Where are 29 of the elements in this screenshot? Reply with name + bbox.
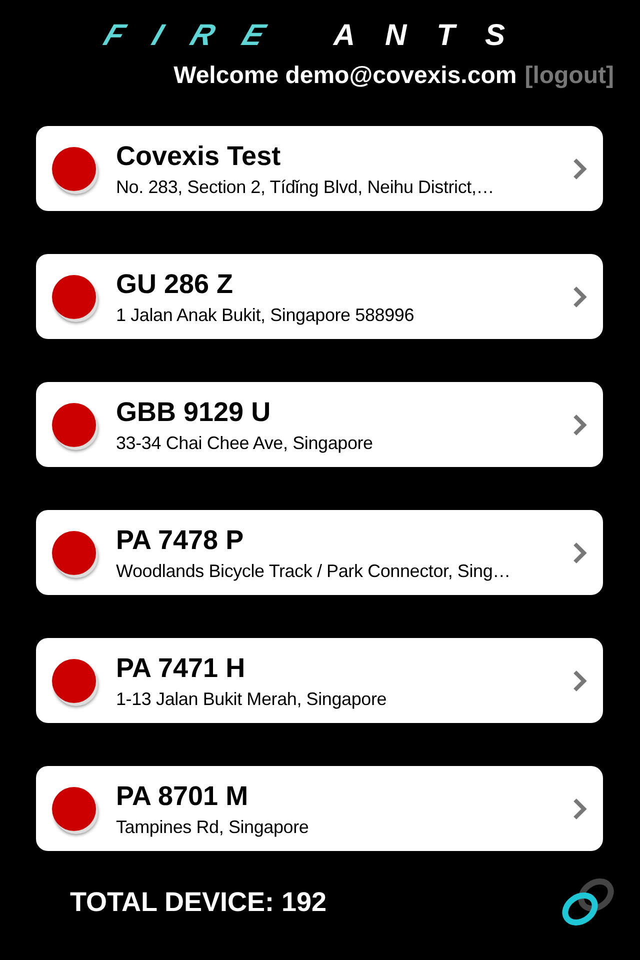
device-address: 1-13 Jalan Bukit Merah, Singapore bbox=[116, 689, 388, 710]
device-row[interactable]: PA 8701 M Tampines Rd, Singapore bbox=[36, 766, 603, 851]
device-name: PA 7478 P bbox=[116, 524, 245, 557]
device-address: 1 Jalan Anak Bukit, Singapore 588996 bbox=[116, 305, 416, 326]
chevron-icon bbox=[573, 158, 587, 180]
device-address: Tampines Rd, Singapore bbox=[116, 817, 310, 838]
device-row[interactable]: Covexis Test No. 283, Section 2, Tídǐng Blvd, Neihu District,… bbox=[36, 126, 603, 211]
chevron-icon bbox=[573, 542, 587, 564]
device-row[interactable]: PA 7478 P Woodlands Bicycle Track / Park Connector, Sing… bbox=[36, 510, 603, 595]
chevron-icon bbox=[573, 798, 587, 820]
device-row[interactable]: GBB 9129 U 33-34 Chai Chee Ave, Singapore bbox=[36, 382, 603, 467]
device-address: No. 283, Section 2, Tídǐng Blvd, Neihu District,… bbox=[116, 177, 496, 198]
welcome-text: Welcome demo@covexis.com bbox=[174, 62, 517, 90]
logout-link[interactable]: [logout] bbox=[524, 62, 614, 90]
device-name: Covexis Test bbox=[116, 140, 282, 173]
device-address: 33-34 Chai Chee Ave, Singapore bbox=[116, 433, 374, 454]
device-name: GU 286 Z bbox=[116, 268, 234, 301]
device-name: PA 7471 H bbox=[116, 652, 246, 685]
logo-text: ANTS bbox=[333, 18, 535, 54]
device-name: PA 8701 M bbox=[116, 780, 250, 813]
device-row[interactable]: PA 7471 H 1-13 Jalan Bukit Merah, Singapore bbox=[36, 638, 603, 723]
device-name: GBB 9129 U bbox=[116, 396, 272, 429]
device-row[interactable]: GU 286 Z 1 Jalan Anak Bukit, Singapore 588996 bbox=[36, 254, 603, 339]
chevron-icon bbox=[573, 414, 587, 436]
chevron-icon bbox=[573, 286, 587, 308]
logo-text: FIRE bbox=[98, 18, 300, 54]
chevron-icon bbox=[573, 670, 587, 692]
device-address: Woodlands Bicycle Track / Park Connector, Sing… bbox=[116, 561, 512, 582]
total-devices-text: TOTAL DEVICE: 192 bbox=[70, 886, 327, 918]
